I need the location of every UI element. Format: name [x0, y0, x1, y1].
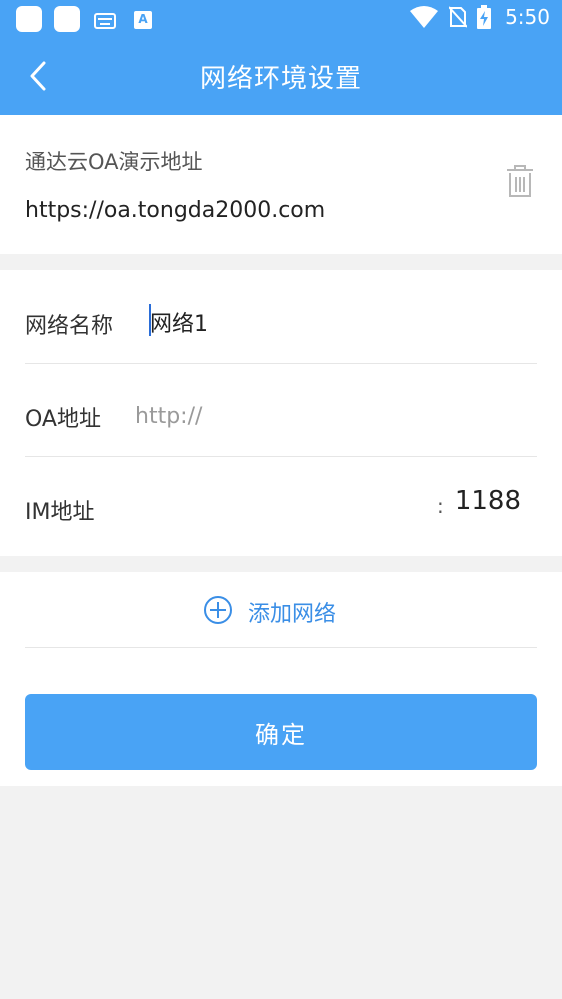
add-network-label: 添加网络 — [248, 602, 337, 627]
no-sim-icon — [449, 6, 468, 28]
battery-charging-icon — [477, 5, 492, 29]
current-network-card: 通达云OA演示地址 https://oa.tongda2000.com — [0, 115, 562, 254]
status-bar: A 5:50 — [0, 0, 562, 38]
im-address-row: IM地址 : — [25, 456, 537, 549]
notification-app-icon — [54, 6, 80, 32]
trash-icon[interactable] — [505, 163, 535, 199]
notification-app-icon — [16, 6, 42, 32]
add-network-button[interactable]: 添加网络 — [25, 572, 537, 648]
im-address-label: IM地址 — [25, 500, 95, 525]
status-time: 5:50 — [505, 5, 550, 29]
confirm-button[interactable]: 确定 — [25, 694, 537, 770]
oa-address-input[interactable] — [135, 400, 525, 432]
network-name-label: 网络名称 — [25, 314, 114, 339]
app-header: A 5:50 网络环境设置 — [0, 0, 562, 115]
current-network-name: 通达云OA演示地址 — [25, 150, 203, 174]
oa-address-label: OA地址 — [25, 407, 101, 432]
im-port-input[interactable] — [401, 486, 521, 516]
plus-circle-icon — [204, 596, 232, 624]
wifi-icon — [410, 6, 439, 28]
network-name-input[interactable] — [150, 306, 510, 338]
add-network-section: 添加网络 确定 — [0, 572, 562, 786]
keyboard-icon — [94, 13, 116, 29]
current-network-url: https://oa.tongda2000.com — [25, 198, 326, 223]
page-title: 网络环境设置 — [199, 64, 362, 94]
network-name-row: 网络名称 — [25, 270, 537, 364]
input-method-icon: A — [134, 11, 152, 29]
network-form: 网络名称 OA地址 IM地址 : — [0, 270, 562, 556]
